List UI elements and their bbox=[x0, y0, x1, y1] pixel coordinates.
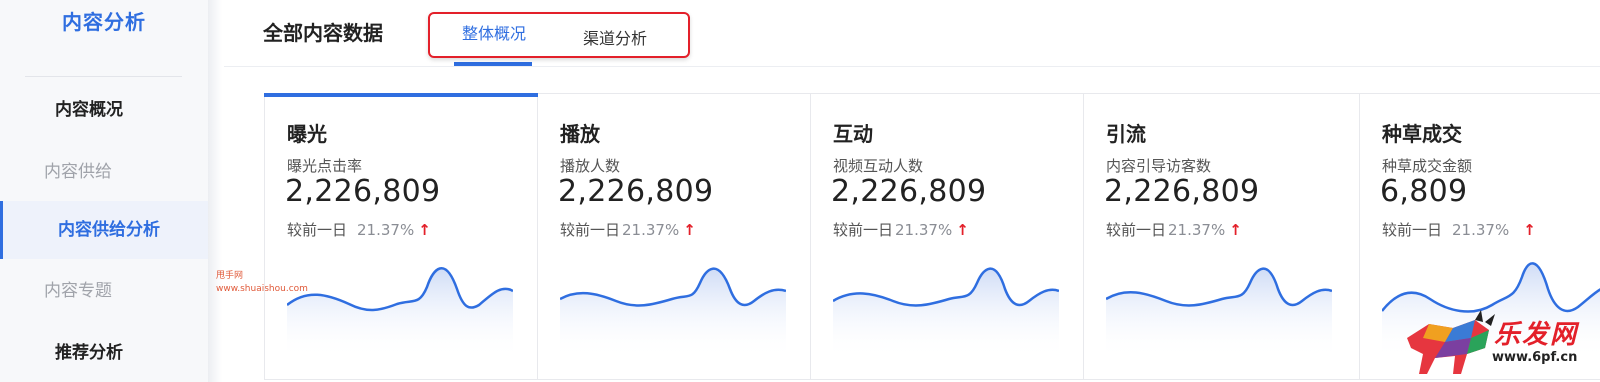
compare-pct: 21.37% bbox=[1452, 221, 1510, 239]
card-value: 6,809 bbox=[1380, 174, 1468, 209]
arrow-up-icon: ↑ bbox=[418, 221, 431, 239]
arrow-up-icon: ↑ bbox=[683, 221, 696, 239]
compare-label: 较前一日 bbox=[1382, 221, 1443, 239]
card-metric-label: 内容引导访客数 bbox=[1106, 157, 1212, 175]
sidebar-item-content-supply-analysis[interactable]: 内容供给分析 bbox=[0, 201, 208, 259]
arrow-up-icon: ↑ bbox=[1523, 221, 1536, 239]
page-title: 全部内容数据 bbox=[263, 21, 383, 45]
header-divider bbox=[224, 66, 1600, 67]
compare-pct: 21.37% bbox=[357, 221, 415, 239]
card-metric-label: 曝光点击率 bbox=[287, 157, 363, 175]
card-title: 曝光 bbox=[287, 122, 327, 146]
compare-label: 较前一日 bbox=[833, 221, 894, 239]
tabs-highlight-box bbox=[428, 12, 690, 58]
sidebar-item-content-topics[interactable]: 内容专题 bbox=[0, 262, 208, 320]
card-title: 播放 bbox=[560, 122, 600, 146]
metric-card-playback[interactable]: 播放 播放人数 2,226,809 较前一日 21.37% ↑ bbox=[538, 94, 811, 379]
card-title: 引流 bbox=[1106, 122, 1146, 146]
sparkline-chart bbox=[833, 267, 1059, 359]
sidebar: 内容分析 内容概况 内容供给 内容供给分析 内容专题 推荐分析 bbox=[0, 0, 208, 382]
card-metric-label: 种草成交金额 bbox=[1382, 157, 1473, 175]
sparkline-chart bbox=[287, 267, 513, 359]
metric-card-traffic[interactable]: 引流 内容引导访客数 2,226,809 较前一日 21.37% ↑ bbox=[1084, 94, 1360, 379]
compare-pct: 21.37% bbox=[622, 221, 680, 239]
sparkline-chart bbox=[1106, 267, 1332, 359]
card-metric-label: 视频互动人数 bbox=[833, 157, 924, 175]
logo-url: www.6pf.cn bbox=[1492, 350, 1578, 365]
card-compare: 较前一日 21.37% ↑ bbox=[1382, 219, 1536, 240]
card-title: 互动 bbox=[833, 122, 873, 146]
card-compare: 较前一日 21.37% ↑ bbox=[1106, 219, 1242, 240]
metric-card-exposure[interactable]: 曝光 曝光点击率 2,226,809 较前一日 21.37% ↑ bbox=[264, 93, 538, 379]
compare-pct: 21.37% bbox=[895, 221, 953, 239]
sparkline-chart bbox=[560, 267, 786, 359]
compare-label: 较前一日 bbox=[287, 221, 348, 239]
sidebar-item-recommend-analysis[interactable]: 推荐分析 bbox=[0, 324, 208, 382]
arrow-up-icon: ↑ bbox=[956, 221, 969, 239]
card-title: 种草成交 bbox=[1382, 122, 1462, 146]
arrow-up-icon: ↑ bbox=[1229, 221, 1242, 239]
compare-label: 较前一日 bbox=[560, 221, 621, 239]
card-metric-label: 播放人数 bbox=[560, 157, 621, 175]
card-value: 2,226,809 bbox=[285, 174, 441, 209]
metric-card-interaction[interactable]: 互动 视频互动人数 2,226,809 较前一日 21.37% ↑ bbox=[811, 94, 1084, 379]
compare-label: 较前一日 bbox=[1106, 221, 1167, 239]
logo-text: 乐发网 bbox=[1494, 320, 1579, 350]
compare-pct: 21.37% bbox=[1168, 221, 1226, 239]
card-value: 2,226,809 bbox=[558, 174, 714, 209]
card-compare: 较前一日 21.37% ↑ bbox=[833, 219, 969, 240]
sidebar-divider bbox=[25, 76, 182, 77]
card-value: 2,226,809 bbox=[1104, 174, 1260, 209]
sidebar-title[interactable]: 内容分析 bbox=[0, 6, 208, 35]
sidebar-shadow bbox=[208, 0, 222, 382]
sidebar-item-content-overview[interactable]: 内容概况 bbox=[0, 81, 208, 139]
card-compare: 较前一日 21.37% ↑ bbox=[560, 219, 696, 240]
metric-cards: 曝光 曝光点击率 2,226,809 较前一日 21.37% ↑ 播放 播放人数 2… bbox=[264, 93, 1600, 380]
sidebar-item-content-supply[interactable]: 内容供给 bbox=[0, 143, 208, 201]
card-value: 2,226,809 bbox=[831, 174, 987, 209]
card-compare: 较前一日 21.37% ↑ bbox=[287, 219, 431, 240]
